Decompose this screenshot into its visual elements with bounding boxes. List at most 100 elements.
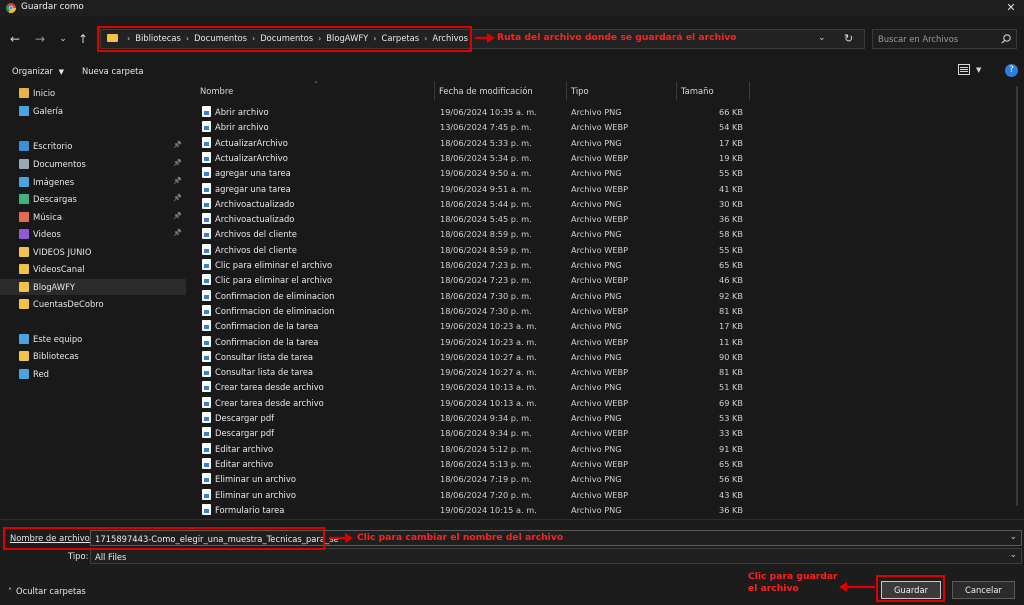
recent-locations-chevron-icon[interactable]: ⌄ bbox=[54, 30, 72, 48]
file-row[interactable]: Crear tarea desde archivo 19/06/2024 10:1… bbox=[196, 379, 752, 394]
file-row[interactable]: Abrir archivo 19/06/2024 10:35 a. m. Archi… bbox=[196, 104, 752, 119]
view-chevron-icon[interactable]: ▼ bbox=[976, 66, 981, 74]
file-row[interactable]: Consultar lista de tarea 19/06/2024 10:27… bbox=[196, 364, 752, 379]
forward-arrow-icon[interactable]: → bbox=[31, 30, 49, 48]
sidebar-item[interactable]: BlogAWFY bbox=[0, 279, 186, 295]
red-arrow-icon bbox=[474, 31, 496, 45]
file-row[interactable]: Archivos del cliente 18/06/2024 8:59 p. m… bbox=[196, 242, 752, 257]
organize-menu-button[interactable]: Organizar ▼ bbox=[12, 66, 64, 76]
chevron-up-icon: ˄ bbox=[8, 587, 12, 596]
sidebar-item-label: VIDEOS JUNIO bbox=[33, 247, 92, 257]
file-row[interactable]: Clic para eliminar el archivo 18/06/2024 … bbox=[196, 257, 752, 272]
sidebar-item[interactable]: Documentos 📌 bbox=[0, 156, 186, 172]
column-divider[interactable] bbox=[749, 82, 750, 100]
file-row[interactable]: Abrir archivo 13/06/2024 7:45 p. m. Archiv… bbox=[196, 119, 752, 134]
vertical-scrollbar[interactable] bbox=[1012, 82, 1022, 519]
file-size: 92 KB bbox=[718, 290, 743, 301]
sidebar-item[interactable]: Galería bbox=[0, 103, 186, 119]
sidebar-item[interactable]: VIDEOS JUNIO bbox=[0, 244, 186, 260]
file-row[interactable]: Confirmacion de eliminacion 18/06/2024 7:… bbox=[196, 303, 752, 318]
up-arrow-icon[interactable]: ↑ bbox=[74, 30, 92, 48]
scrollbar-thumb[interactable] bbox=[1016, 86, 1018, 506]
column-header-type[interactable]: Tipo bbox=[571, 82, 671, 100]
sidebar-item[interactable]: Videos 📌 bbox=[0, 226, 186, 242]
file-size: 19 KB bbox=[718, 152, 743, 163]
file-row[interactable]: Eliminar un archivo 18/06/2024 7:19 p. m.… bbox=[196, 471, 752, 486]
file-type: Archivo WEBP bbox=[571, 244, 629, 255]
file-row[interactable]: Eliminar un archivo 18/06/2024 7:20 p. m.… bbox=[196, 487, 752, 502]
file-row[interactable]: Crear tarea desde archivo 19/06/2024 10:1… bbox=[196, 395, 752, 410]
sidebar-item[interactable]: Escritorio 📌 bbox=[0, 138, 186, 154]
file-row[interactable]: Editar archivo 18/06/2024 5:12 p. m. Archi… bbox=[196, 441, 752, 456]
file-size: 36 KB bbox=[718, 214, 743, 225]
file-date: 19/06/2024 10:13 a. m. bbox=[440, 382, 537, 393]
image-file-icon bbox=[202, 366, 211, 378]
sidebar-item[interactable]: VideosCanal bbox=[0, 261, 186, 277]
sidebar-item[interactable]: Descargas 📌 bbox=[0, 191, 186, 207]
file-type-chevron-icon[interactable]: ⌄ bbox=[1009, 550, 1017, 560]
libraries-icon bbox=[19, 351, 29, 361]
file-row[interactable]: Confirmacion de eliminacion 18/06/2024 7:… bbox=[196, 288, 752, 303]
desktop-icon bbox=[19, 141, 29, 151]
sidebar-item[interactable]: Bibliotecas bbox=[0, 348, 186, 364]
folder-icon bbox=[19, 264, 29, 274]
column-divider[interactable] bbox=[676, 82, 677, 100]
file-row[interactable]: ActualizarArchivo 18/06/2024 5:34 p. m. Ar… bbox=[196, 150, 752, 165]
file-row[interactable]: Confirmacion de la tarea 19/06/2024 10:23… bbox=[196, 318, 752, 333]
new-folder-button[interactable]: Nueva carpeta bbox=[82, 66, 144, 76]
file-row[interactable]: Clic para eliminar el archivo 18/06/2024 … bbox=[196, 272, 752, 287]
file-type: Archivo PNG bbox=[571, 474, 622, 485]
sidebar-item[interactable]: Este equipo bbox=[0, 331, 186, 347]
sidebar-item[interactable]: Red bbox=[0, 366, 186, 382]
file-size: 91 KB bbox=[718, 443, 743, 454]
sidebar-item[interactable]: Inicio bbox=[0, 85, 186, 101]
save-annotation-line1: Clic para guardar bbox=[748, 571, 838, 582]
sidebar-item[interactable]: Música 📌 bbox=[0, 209, 186, 225]
column-header-date[interactable]: Fecha de modificación bbox=[439, 82, 564, 100]
search-box[interactable]: Buscar en Archivos bbox=[872, 29, 1017, 49]
file-row[interactable]: Confirmacion de la tarea 19/06/2024 10:23… bbox=[196, 334, 752, 349]
column-divider[interactable] bbox=[566, 82, 567, 100]
file-row[interactable]: ActualizarArchivo 18/06/2024 5:33 p. m. Ar… bbox=[196, 135, 752, 150]
sidebar-item-label: Descargas bbox=[33, 194, 77, 204]
cancel-button[interactable]: Cancelar bbox=[952, 581, 1015, 599]
file-row[interactable]: agregar una tarea 19/06/2024 9:51 a. m. Ar… bbox=[196, 181, 752, 196]
file-row[interactable]: Descargar pdf 18/06/2024 9:34 p. m. Archiv… bbox=[196, 410, 752, 425]
image-file-icon bbox=[202, 213, 211, 225]
close-window-button[interactable]: ✕ bbox=[1004, 1, 1018, 15]
sidebar-item[interactable]: CuentasDeCobro bbox=[0, 296, 186, 312]
file-row[interactable]: Descargar pdf 18/06/2024 9:34 p. m. Archiv… bbox=[196, 425, 752, 440]
sidebar-item-label: Este equipo bbox=[33, 334, 83, 344]
file-name: Crear tarea desde archivo bbox=[215, 382, 324, 393]
music-icon bbox=[19, 212, 29, 222]
file-row[interactable]: Archivoactualizado 18/06/2024 5:44 p. m. A… bbox=[196, 196, 752, 211]
rename-annotation: Clic para cambiar el nombre del archivo bbox=[357, 532, 564, 543]
file-row[interactable]: Consultar lista de tarea 19/06/2024 10:27… bbox=[196, 349, 752, 364]
column-header-name[interactable]: Nombre bbox=[200, 82, 430, 100]
file-type: Archivo WEBP bbox=[571, 275, 629, 286]
refresh-icon[interactable]: ↻ bbox=[844, 32, 853, 45]
sidebar-item-label: CuentasDeCobro bbox=[33, 299, 104, 309]
file-row[interactable]: Archivos del cliente 18/06/2024 8:59 p. m… bbox=[196, 226, 752, 241]
search-icon[interactable] bbox=[1000, 33, 1012, 45]
help-icon[interactable]: ? bbox=[1005, 64, 1018, 77]
hide-folders-toggle[interactable]: ˄ Ocultar carpetas bbox=[8, 586, 86, 596]
file-type: Archivo WEBP bbox=[571, 489, 629, 500]
file-row[interactable]: Formulario tarea 19/06/2024 10:15 a. m. Ar… bbox=[196, 502, 752, 517]
back-arrow-icon[interactable]: ← bbox=[6, 30, 24, 48]
file-type: Archivo PNG bbox=[571, 351, 622, 362]
view-options-icon[interactable] bbox=[958, 64, 970, 75]
file-row[interactable]: Archivoactualizado 18/06/2024 5:45 p. m. A… bbox=[196, 211, 752, 226]
file-type: Archivo PNG bbox=[571, 321, 622, 332]
filename-history-chevron-icon[interactable]: ⌄ bbox=[1009, 532, 1017, 542]
home-icon bbox=[19, 88, 29, 98]
file-name: Archivoactualizado bbox=[215, 214, 295, 225]
file-type-select[interactable]: All Files ⌄ bbox=[90, 548, 1022, 564]
file-row[interactable]: agregar una tarea 19/06/2024 9:50 a. m. Ar… bbox=[196, 165, 752, 180]
column-header-size[interactable]: Tamaño bbox=[681, 82, 746, 100]
sidebar-item[interactable]: Imágenes 📌 bbox=[0, 174, 186, 190]
column-divider[interactable] bbox=[434, 82, 435, 100]
file-row[interactable]: Editar archivo 18/06/2024 5:13 p. m. Archi… bbox=[196, 456, 752, 471]
address-dropdown-chevron-icon[interactable]: ⌄ bbox=[818, 33, 826, 43]
file-name: Formulario tarea bbox=[215, 504, 285, 515]
